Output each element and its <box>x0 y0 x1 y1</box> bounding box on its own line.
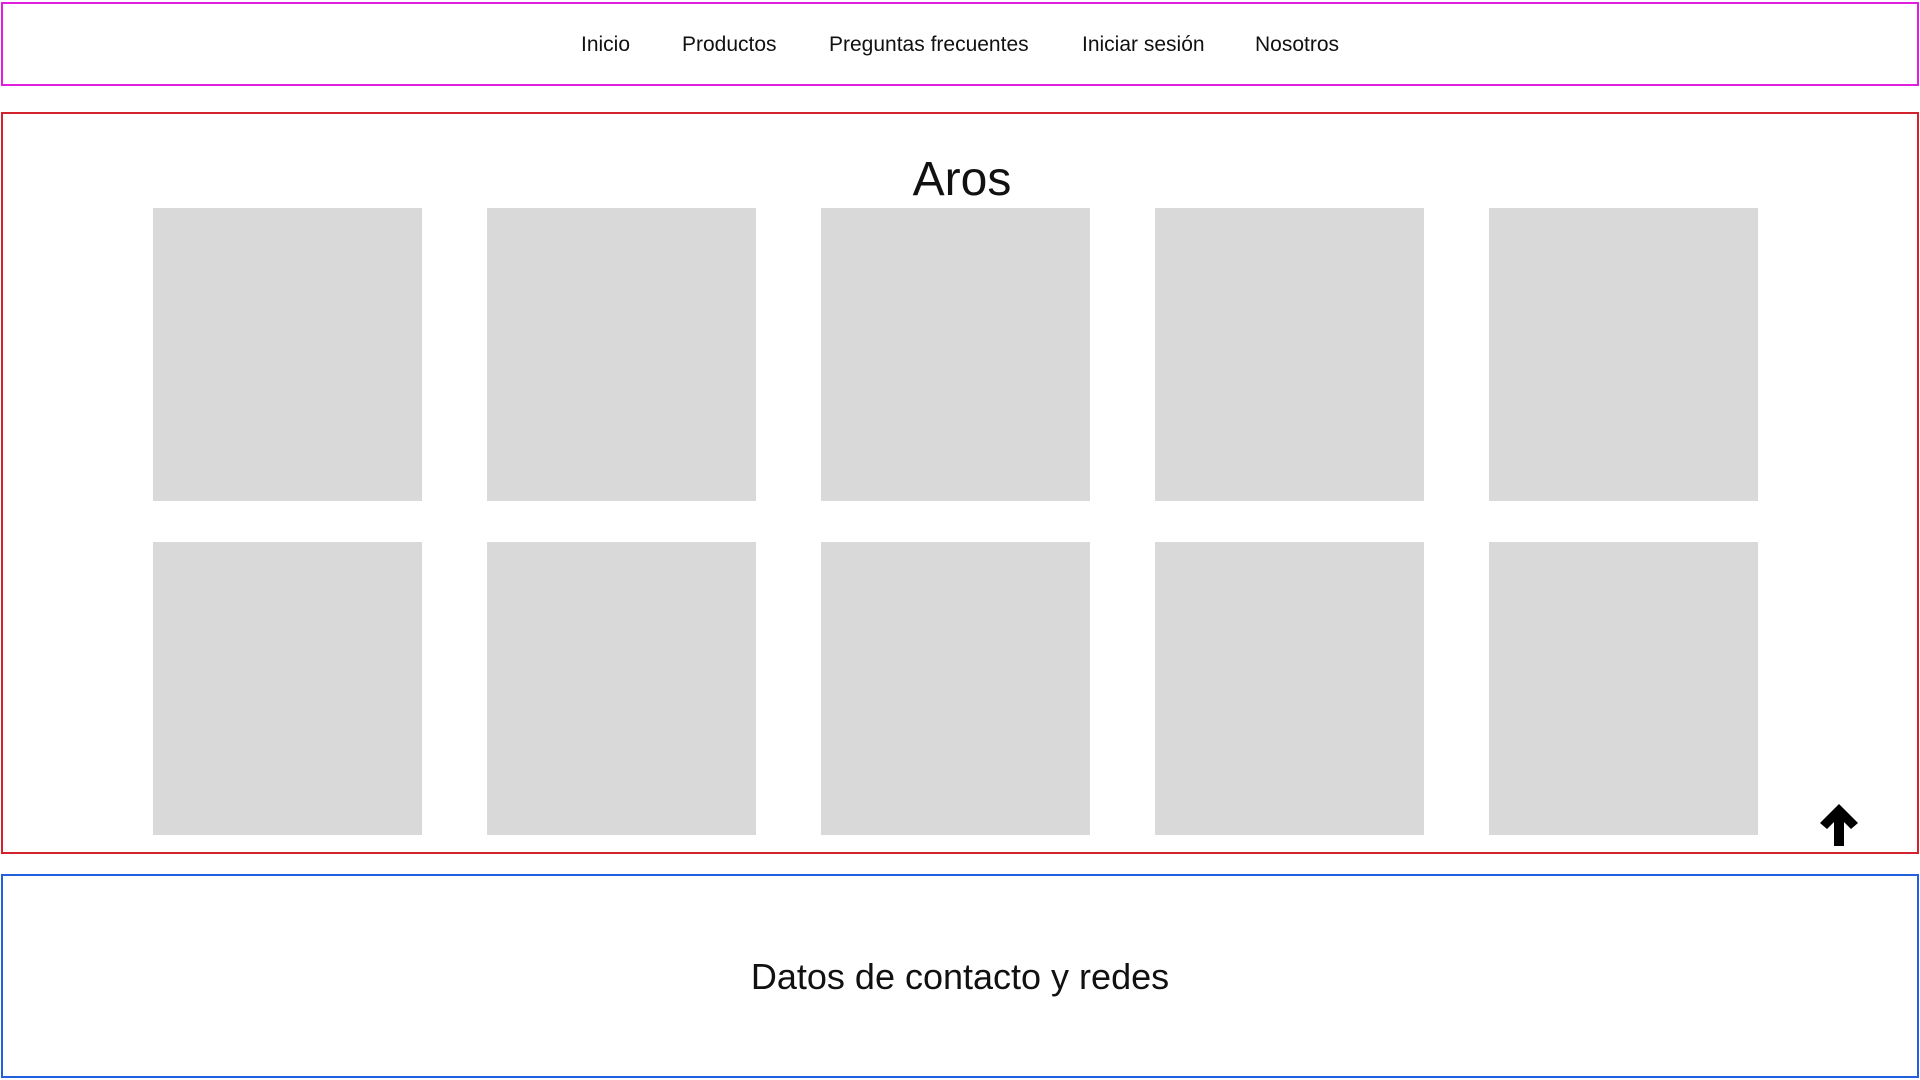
nav-item-iniciar-sesion[interactable]: Iniciar sesión <box>1082 30 1205 60</box>
footer-contact-text: Datos de contacto y redes <box>750 956 1170 997</box>
back-to-top-button[interactable] <box>1817 802 1861 848</box>
product-card[interactable] <box>1489 542 1758 835</box>
products-section: Aros <box>1 112 1919 854</box>
product-card[interactable] <box>821 208 1090 501</box>
nav-item-productos[interactable]: Productos <box>682 30 777 60</box>
page-title: Aros <box>912 153 1012 206</box>
product-card[interactable] <box>821 542 1090 835</box>
product-card[interactable] <box>153 208 422 501</box>
top-navigation: Inicio Productos Preguntas frecuentes In… <box>1 2 1919 86</box>
product-card[interactable] <box>153 542 422 835</box>
product-card[interactable] <box>1155 208 1424 501</box>
product-card[interactable] <box>1155 542 1424 835</box>
nav-item-preguntas-frecuentes[interactable]: Preguntas frecuentes <box>829 30 1029 60</box>
product-card[interactable] <box>1489 208 1758 501</box>
product-card[interactable] <box>487 542 756 835</box>
nav-item-inicio[interactable]: Inicio <box>581 30 630 60</box>
product-card[interactable] <box>487 208 756 501</box>
nav-item-nosotros[interactable]: Nosotros <box>1255 30 1339 60</box>
footer: Datos de contacto y redes <box>1 874 1919 1078</box>
arrow-up-icon <box>1820 804 1858 846</box>
